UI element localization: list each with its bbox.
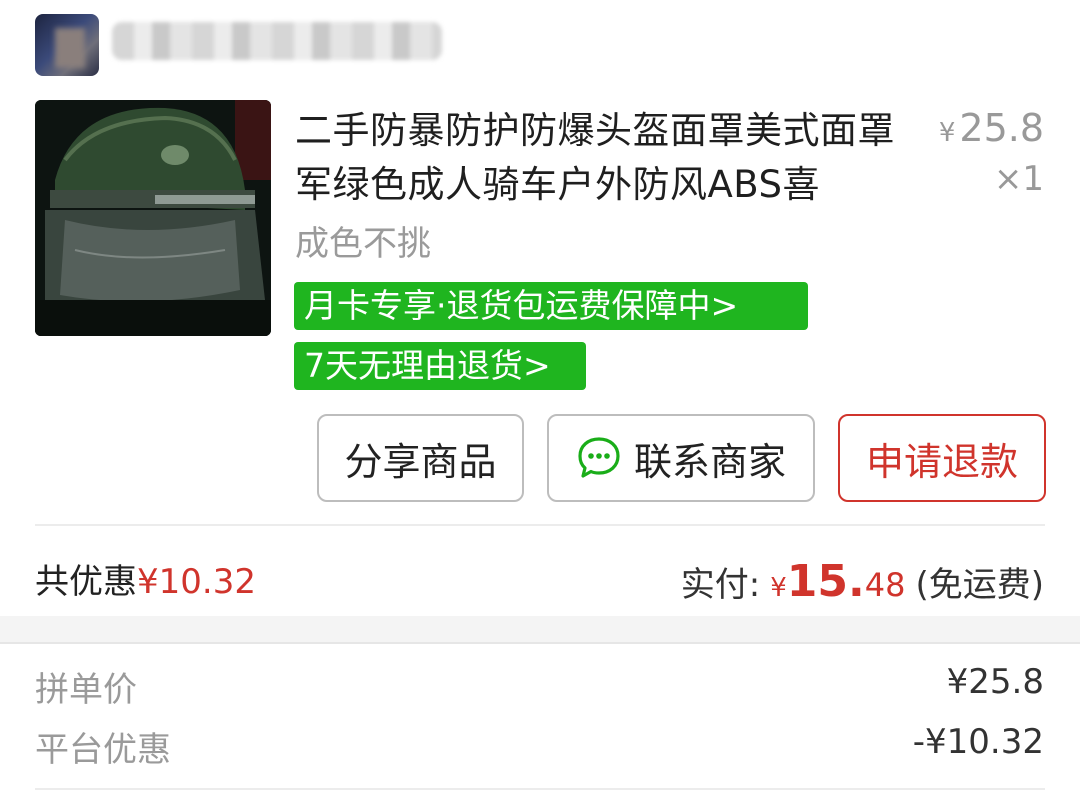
- quantity: ×1: [993, 159, 1044, 199]
- store-avatar[interactable]: [35, 14, 99, 76]
- tag-return-shipping-guarantee[interactable]: 月卡专享·退货包运费保障中>: [294, 282, 808, 330]
- paid-label: 实付:: [680, 565, 761, 605]
- discount-label: 共优惠: [35, 562, 137, 602]
- detail-value: -¥10.32: [912, 722, 1044, 762]
- divider: [35, 788, 1045, 790]
- tag-7-day-return[interactable]: 7天无理由退货>: [294, 342, 586, 390]
- unit-price: ¥25.8: [939, 104, 1044, 157]
- apply-refund-label: 申请退款: [865, 439, 1018, 484]
- discount-value: ¥10.32: [137, 562, 256, 602]
- price-column: ¥25.8 ×1: [939, 104, 1044, 201]
- detail-value: ¥25.8: [946, 662, 1044, 702]
- shipping-note: (免运费): [915, 565, 1044, 605]
- store-header[interactable]: [0, 0, 1080, 96]
- paid-amount-integer: 15.: [786, 556, 865, 607]
- chat-bubble-icon: [576, 435, 622, 481]
- contact-merchant-label: 联系商家: [633, 439, 786, 484]
- currency-symbol: ¥: [938, 118, 956, 148]
- divider: [35, 524, 1045, 526]
- detail-label: 平台优惠: [35, 730, 171, 770]
- total-discount: 共优惠¥10.32: [35, 558, 256, 606]
- share-product-button[interactable]: 分享商品: [317, 414, 524, 502]
- unit-price-value: 25.8: [959, 106, 1044, 150]
- product-spec: 成色不挑: [295, 224, 431, 264]
- detail-label: 拼单价: [35, 670, 137, 710]
- detail-row-group-price: 拼单价 ¥25.8: [35, 662, 1044, 711]
- apply-refund-button[interactable]: 申请退款: [838, 414, 1046, 502]
- store-name-blurred[interactable]: [112, 22, 442, 60]
- paid-amount-decimal: 48: [864, 566, 906, 604]
- share-product-label: 分享商品: [344, 439, 497, 484]
- product-image[interactable]: [35, 100, 271, 336]
- detail-row-platform-discount: 平台优惠 -¥10.32: [35, 722, 1044, 771]
- amount-paid: 实付: ¥15.48 (免运费): [681, 556, 1044, 614]
- paid-currency-symbol: ¥: [770, 573, 787, 603]
- contact-merchant-button[interactable]: 联系商家: [547, 414, 815, 502]
- product-title[interactable]: 二手防暴防护防爆头盔面罩美式面罩军绿色成人骑车户外防风ABS喜: [295, 104, 905, 212]
